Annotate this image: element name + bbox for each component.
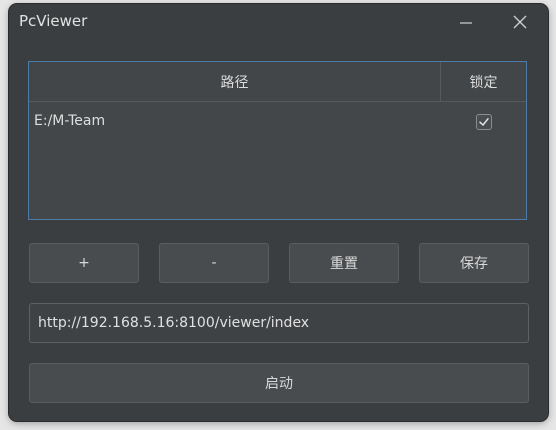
path-cell[interactable]: E:/M-Team	[34, 113, 105, 129]
close-icon	[513, 15, 527, 29]
url-input[interactable]: http://192.168.5.16:8100/viewer/index	[29, 303, 529, 343]
table-row[interactable]: E:/M-Team	[29, 102, 526, 134]
path-table[interactable]: 路径 锁定 E:/M-Team	[28, 61, 527, 220]
lock-checkbox[interactable]	[476, 114, 492, 130]
reset-button[interactable]: 重置	[289, 243, 399, 283]
column-header-lock[interactable]: 锁定	[441, 62, 526, 101]
minimize-icon	[460, 22, 472, 24]
add-button[interactable]: +	[29, 243, 139, 283]
title-bar: PcViewer	[9, 4, 548, 40]
close-button[interactable]	[505, 8, 535, 36]
table-header: 路径 锁定	[29, 62, 526, 102]
column-header-path[interactable]: 路径	[29, 62, 441, 101]
start-button[interactable]: 启动	[29, 363, 529, 403]
remove-button[interactable]: -	[159, 243, 269, 283]
checkmark-icon	[479, 118, 489, 126]
window-title: PcViewer	[19, 12, 88, 30]
app-window: PcViewer 路径 锁定 E:/M-Team + - 重置 保存 http:…	[9, 4, 548, 421]
minimize-button[interactable]	[451, 8, 481, 36]
save-button[interactable]: 保存	[419, 243, 529, 283]
